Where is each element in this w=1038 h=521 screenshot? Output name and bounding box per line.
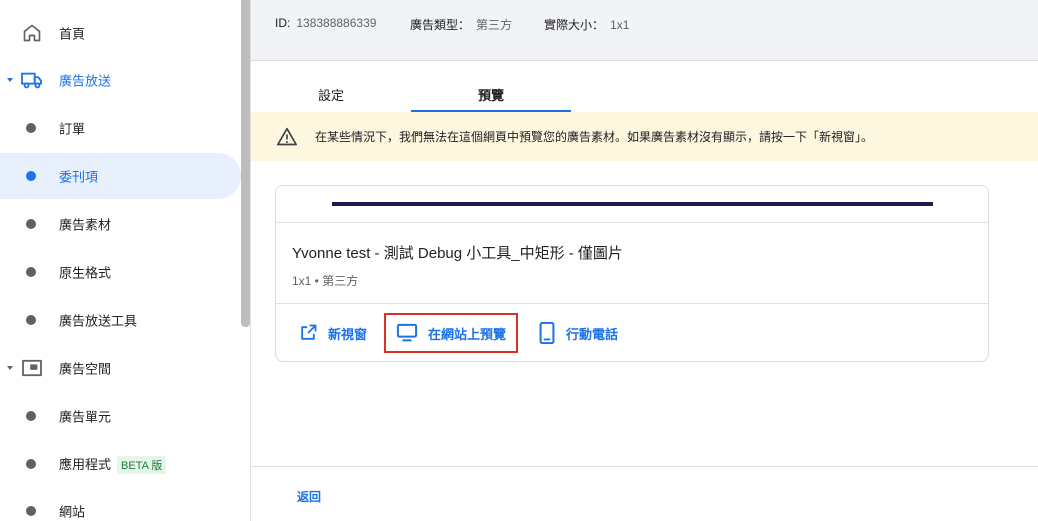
preview-on-site-button[interactable]: 在網站上預覽 [384, 313, 519, 353]
main-panel: ID: 138388886339 廣告類型： 第三方 實際大小： 1x1 設定 預覽 … [251, 0, 1038, 521]
sidebar-item-native-formats[interactable]: 原生格式 [0, 249, 241, 295]
tab-preview[interactable]: 預覽 [411, 80, 571, 112]
creative-info-bar: ID: 138388886339 廣告類型： 第三方 實際大小： 1x1 [251, 0, 1038, 61]
footer-bar: 返回 [251, 466, 1038, 521]
caret-down-icon[interactable] [7, 78, 13, 82]
truck-icon [21, 69, 43, 91]
sidebar-item-label: 廣告單元 [59, 409, 112, 425]
sidebar-item-apps[interactable]: 應用程式 BETA 版 [0, 441, 241, 487]
creative-title: Yvonne test - 測試 Debug 小工具_中矩形 - 僅圖片 [292, 245, 623, 262]
bullet-icon [26, 219, 36, 229]
id-value: 138388886339 [296, 16, 377, 30]
sidebar-item-label: 廣告放送工具 [59, 313, 138, 329]
size-value: 1x1 [610, 18, 630, 32]
preview-actions: 新視窗 在網站上預覽 行動電話 [276, 303, 988, 361]
tab-bar: 設定 預覽 [251, 80, 1038, 112]
sidebar: 首頁 廣告放送 訂單 委刊項 廣告素材 原生格式 廣告放送工具 廣告空間 廣告單… [0, 0, 251, 521]
caret-down-icon[interactable] [7, 366, 13, 370]
id-label: ID: [275, 16, 291, 30]
type-label: 廣告類型： [410, 18, 471, 32]
type-info: 廣告類型： 第三方 [410, 16, 512, 33]
sidebar-item-delivery[interactable]: 廣告放送 [0, 57, 241, 103]
bullet-icon [26, 267, 36, 277]
bullet-icon [26, 171, 36, 181]
preview-on-site-label: 在網站上預覽 [428, 326, 507, 342]
sidebar-item-sites[interactable]: 網站 [0, 488, 241, 521]
warning-banner: 在某些情況下，我們無法在這個網頁中預覽您的廣告素材。如果廣告素材沒有顯示，請按一… [251, 112, 1038, 161]
creative-preview-card: Yvonne test - 測試 Debug 小工具_中矩形 - 僅圖片 1x1… [275, 185, 989, 362]
bullet-icon [26, 123, 36, 133]
sidebar-item-ad-units[interactable]: 廣告單元 [0, 393, 241, 439]
size-info: 實際大小： 1x1 [544, 16, 629, 33]
new-window-button[interactable]: 新視窗 [298, 304, 367, 362]
warning-icon [277, 127, 297, 147]
sidebar-item-label: 應用程式 [59, 457, 112, 472]
sidebar-item-creatives[interactable]: 廣告素材 [0, 201, 241, 247]
sidebar-item-label: 廣告素材 [59, 217, 112, 233]
bullet-icon [26, 315, 36, 325]
sidebar-item-label: 訂單 [59, 121, 86, 137]
sidebar-item-label: 首頁 [59, 26, 86, 42]
open-in-new-icon [301, 324, 317, 340]
sidebar-item-line-items[interactable]: 委刊項 [0, 153, 241, 199]
mobile-preview-label: 行動電話 [566, 326, 619, 342]
back-button[interactable]: 返回 [297, 488, 321, 505]
sidebar-item-delivery-tools[interactable]: 廣告放送工具 [0, 297, 241, 343]
sidebar-item-home[interactable]: 首頁 [0, 10, 241, 56]
sidebar-item-label: 委刊項 [59, 169, 99, 185]
bullet-icon [26, 506, 36, 516]
new-window-label: 新視窗 [328, 326, 368, 342]
beta-badge: BETA 版 [117, 456, 167, 474]
bullet-icon [26, 459, 36, 469]
sidebar-item-label: 網站 [59, 504, 86, 520]
mobile-preview-button[interactable]: 行動電話 [538, 304, 618, 362]
sidebar-item-label: 原生格式 [59, 265, 112, 281]
size-label: 實際大小： [544, 18, 605, 32]
creative-subtitle: 1x1 • 第三方 [292, 274, 359, 288]
creative-preview-area [276, 186, 988, 223]
inventory-icon [21, 357, 43, 379]
tab-settings[interactable]: 設定 [251, 80, 411, 112]
creative-preview-graphic [332, 202, 933, 206]
id-info: ID: 138388886339 [275, 16, 376, 30]
bullet-icon [26, 411, 36, 421]
warning-text: 在某些情況下，我們無法在這個網頁中預覽您的廣告素材。如果廣告素材沒有顯示，請按一… [315, 130, 874, 144]
home-icon [21, 22, 43, 44]
sidebar-item-inventory[interactable]: 廣告空間 [0, 345, 241, 391]
smartphone-icon [539, 322, 555, 344]
sidebar-item-orders[interactable]: 訂單 [0, 105, 241, 151]
type-value: 第三方 [476, 18, 513, 32]
sidebar-scrollbar[interactable] [241, 0, 250, 327]
sidebar-item-label: 廣告放送 [59, 73, 112, 89]
sidebar-item-label: 廣告空間 [59, 361, 112, 377]
desktop-icon [396, 323, 418, 342]
